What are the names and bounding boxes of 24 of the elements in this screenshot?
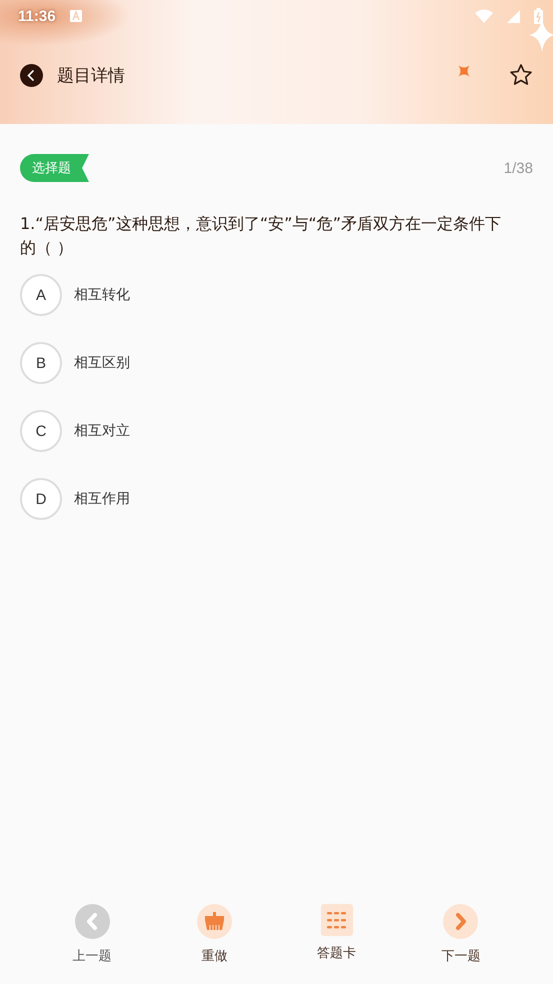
wifi-icon: [475, 9, 493, 23]
bottom-nav-button[interactable]: 重做: [192, 900, 236, 969]
question-type-tag: 选择题: [20, 154, 89, 182]
star-icon[interactable]: [509, 63, 533, 87]
option-text[interactable]: 相互对立: [74, 422, 130, 440]
option-letter[interactable]: C: [20, 410, 62, 452]
option-letter[interactable]: A: [20, 274, 62, 316]
status-time: 11:36: [18, 8, 56, 24]
page-title: 题目详情: [57, 64, 125, 86]
question-text: 1.“居安思危”这种思想，意识到了“安”与“危”矛盾双方在一定条件下的（ ）: [20, 213, 502, 259]
battery-icon: [534, 8, 543, 24]
notification-icon: [70, 10, 82, 22]
option-text[interactable]: 相互区别: [74, 354, 130, 372]
back-icon[interactable]: [20, 64, 43, 86]
sparkle-icon: [456, 63, 472, 79]
bottom-nav-button[interactable]: 下一题: [437, 900, 484, 969]
option-letter[interactable]: B: [20, 342, 62, 384]
option-letter[interactable]: D: [20, 478, 62, 520]
bottom-nav-button[interactable]: 答题卡: [313, 900, 360, 966]
signal-icon: [507, 10, 520, 22]
grid-icon: [320, 904, 353, 936]
option-text[interactable]: 相互转化: [74, 286, 130, 304]
brush-icon: [196, 904, 232, 939]
option-text[interactable]: 相互作用: [74, 490, 130, 508]
